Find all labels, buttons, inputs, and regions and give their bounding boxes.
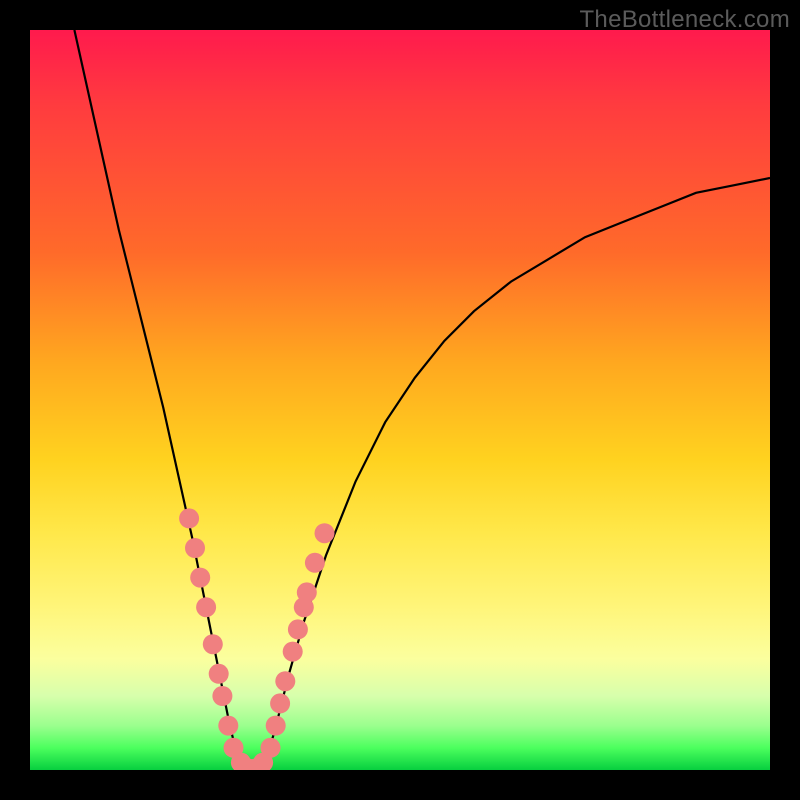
highlight-dots-group <box>179 508 334 770</box>
highlight-dot <box>196 597 216 617</box>
bottleneck-curve <box>74 30 770 770</box>
highlight-dot <box>185 538 205 558</box>
highlight-dot <box>212 686 232 706</box>
highlight-dot <box>261 738 281 758</box>
highlight-dot <box>203 634 223 654</box>
plot-area <box>30 30 770 770</box>
highlight-dot <box>266 716 286 736</box>
highlight-dot <box>297 582 317 602</box>
highlight-dot <box>270 693 290 713</box>
highlight-dot <box>275 671 295 691</box>
highlight-dot <box>190 568 210 588</box>
highlight-dot <box>305 553 325 573</box>
highlight-dot <box>209 664 229 684</box>
highlight-dot <box>288 619 308 639</box>
highlight-dot <box>179 508 199 528</box>
chart-frame: TheBottleneck.com <box>0 0 800 800</box>
highlight-dot <box>218 716 238 736</box>
highlight-dot <box>283 642 303 662</box>
chart-svg <box>30 30 770 770</box>
highlight-dot <box>315 523 335 543</box>
